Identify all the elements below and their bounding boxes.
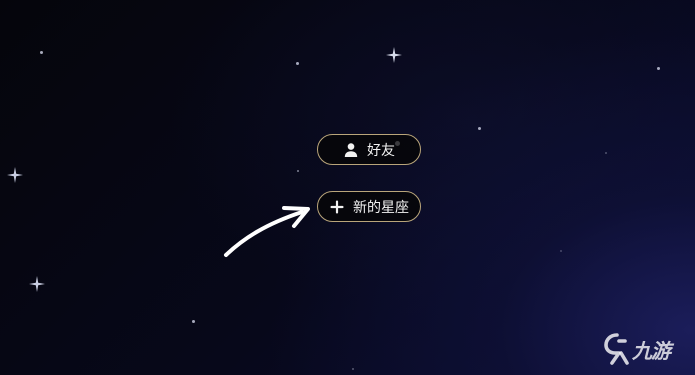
curved-arrow-icon (224, 206, 310, 257)
sparkle-star-icon (386, 47, 402, 63)
star (296, 62, 299, 65)
jiuyou-watermark: 九游 (604, 331, 671, 367)
sparkle-star-icon (29, 276, 45, 292)
friends-button-label: 好友 (367, 142, 395, 159)
star (192, 320, 195, 323)
star (297, 170, 299, 172)
star (560, 250, 562, 252)
jiuyou-logo-icon (604, 333, 629, 365)
star (40, 51, 43, 54)
friends-button[interactable]: 好友 (317, 134, 421, 165)
star (352, 368, 354, 370)
new-constellation-button[interactable]: 新的星座 (317, 191, 421, 222)
sparkle-star-icon (7, 167, 23, 183)
star (657, 67, 660, 70)
watermark-text: 九游 (632, 338, 671, 363)
star (478, 127, 481, 130)
notification-dot (395, 141, 400, 146)
plus-icon (329, 199, 345, 215)
person-icon (343, 142, 359, 158)
star (605, 152, 607, 154)
night-sky-background: 好友 新的星座 九游 (0, 0, 695, 375)
new-constellation-button-label: 新的星座 (353, 199, 409, 216)
